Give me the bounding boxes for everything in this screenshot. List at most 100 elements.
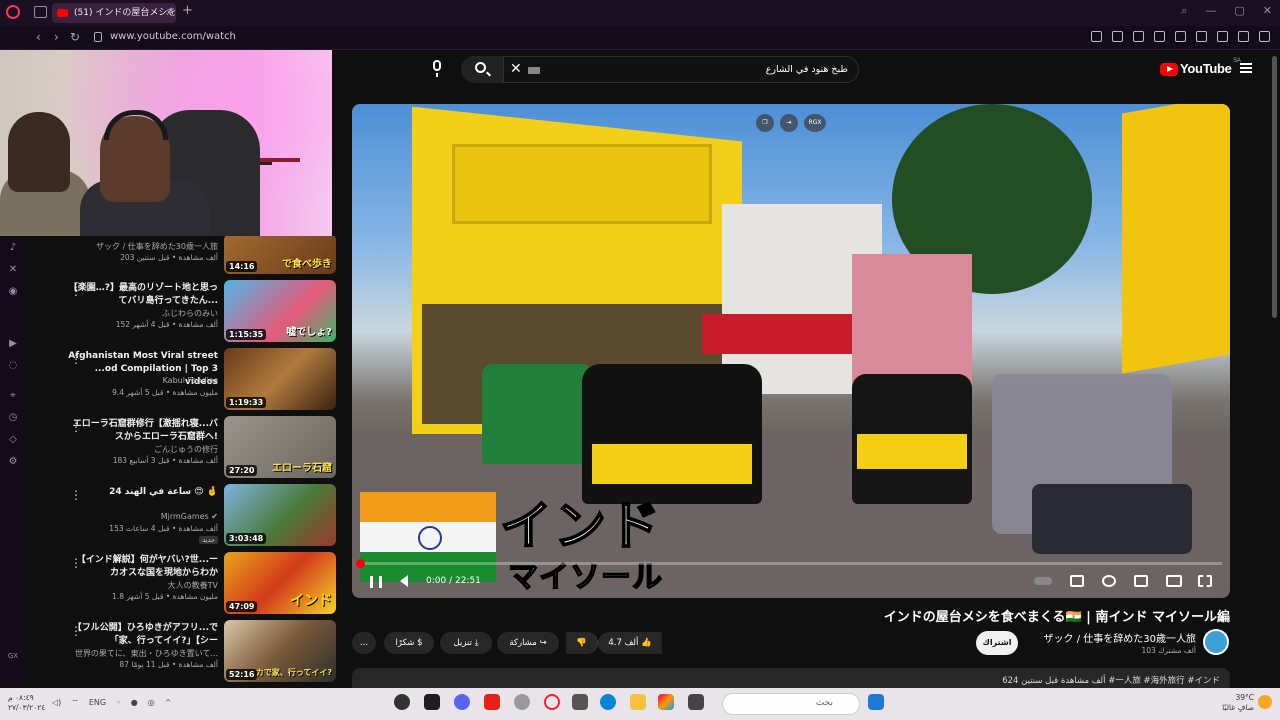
related-video[interactable]: ⋮ カで家、行ってイイ? 52:16 【フル公開】ひろゆきがアフリ...で「家、… xyxy=(26,618,336,684)
video-channel[interactable]: 大人の教養TV xyxy=(68,580,218,591)
cube-icon[interactable]: ◇ xyxy=(7,434,19,446)
forward-icon[interactable]: › xyxy=(54,30,59,44)
pause-button[interactable] xyxy=(370,576,382,588)
theater-mode-icon[interactable] xyxy=(1166,575,1182,587)
clear-search-icon[interactable]: ✕ xyxy=(510,61,522,77)
video-channel[interactable]: ごんじゅうの修行 xyxy=(68,444,218,455)
video-channel[interactable]: ふじわらのみい xyxy=(68,308,218,319)
video-thumbnail[interactable]: 嘘でしょ? 1:15:35 xyxy=(224,280,336,342)
video-channel[interactable]: Kabul Foodies xyxy=(68,376,218,385)
heart-icon[interactable] xyxy=(1196,31,1207,42)
messenger-icon[interactable]: ◌ xyxy=(7,360,19,372)
video-thumbnail[interactable]: 3:03:48 xyxy=(224,484,336,546)
video-thumbnail[interactable]: インド 47:09 xyxy=(224,552,336,614)
tiktok-icon[interactable]: ♪ xyxy=(7,242,19,254)
files-icon[interactable] xyxy=(572,694,588,710)
thanks-button[interactable]: شكرًا $ xyxy=(384,632,434,654)
new-tab-button[interactable]: + xyxy=(182,3,193,18)
minimize-icon[interactable]: — xyxy=(1205,4,1216,18)
url-field[interactable]: www.youtube.com/watch xyxy=(110,31,236,42)
subscribe-button[interactable]: اشتراك xyxy=(976,631,1018,655)
speaker-icon[interactable]: ◁) xyxy=(52,698,61,708)
page-scrollbar[interactable] xyxy=(1272,56,1277,318)
channel-name[interactable]: ザック / 仕事を辞めた30歳一人旅 xyxy=(1000,630,1196,645)
settings-icon[interactable]: ⚙ xyxy=(7,456,19,468)
start-button[interactable] xyxy=(868,694,884,710)
app-tray-icon[interactable]: ◎ xyxy=(148,698,155,708)
terminal-icon[interactable] xyxy=(688,694,704,710)
show-hidden-icon[interactable]: ^ xyxy=(165,698,172,708)
related-video[interactable]: ⋮ インド 47:09 【インド解説】何がヤバい?世...ーカオスな国を現地から… xyxy=(26,550,336,616)
x-icon[interactable]: ✕ xyxy=(7,264,19,276)
video-title[interactable]: 24 ساعة في الهند 😍 🤞 xyxy=(68,486,218,499)
back-icon[interactable]: ‹ xyxy=(36,30,41,44)
related-video[interactable]: ⋮ 3:03:48 24 ساعة في الهند 😍 🤞 MjrmGames… xyxy=(26,482,336,548)
search-button[interactable] xyxy=(461,56,503,83)
volume-icon[interactable] xyxy=(400,575,408,587)
app-icon-color[interactable] xyxy=(658,694,674,710)
maximize-icon[interactable]: ▢ xyxy=(1234,4,1244,18)
miniplayer-icon[interactable] xyxy=(1134,575,1148,587)
settings-taskbar-icon[interactable] xyxy=(514,694,530,710)
related-video[interactable]: ⋮ 嘘でしょ? 1:15:35 【楽園…?】最高のリゾート地と思ってバリ島行って… xyxy=(26,278,336,344)
video-thumbnail[interactable]: 1:19:33 xyxy=(224,348,336,410)
keyboard-icon[interactable] xyxy=(528,67,540,74)
fullscreen-icon[interactable] xyxy=(1198,575,1212,587)
progress-bar[interactable] xyxy=(356,559,1222,568)
more-actions-button[interactable]: ... xyxy=(352,632,376,654)
weather-widget[interactable]: 39°C صافٍ غالبًا xyxy=(1222,693,1254,713)
record-icon[interactable]: ● xyxy=(131,698,138,708)
close-tab-icon[interactable]: x xyxy=(166,3,172,23)
search-input[interactable]: ✕ طبخ هنود في الشارع xyxy=(503,56,859,83)
pin-icon[interactable]: ⌖ xyxy=(7,390,19,402)
explorer-icon[interactable] xyxy=(630,694,646,710)
opera-taskbar-icon[interactable] xyxy=(544,694,560,710)
history-icon[interactable]: ◷ xyxy=(7,412,19,424)
gx-icon[interactable]: GX xyxy=(7,650,19,662)
app-icon-red[interactable] xyxy=(484,694,500,710)
bookmark-icon[interactable] xyxy=(1091,31,1102,42)
video-channel[interactable]: ザック / 仕事を辞めた30歳一人旅 xyxy=(68,241,218,252)
dislike-button[interactable]: 👎 xyxy=(566,632,598,654)
video-player[interactable]: ❐ ⇥ RGX インド マイソール 0:00 / 22:51 xyxy=(352,104,1230,598)
taskbar-search[interactable]: بحث xyxy=(722,693,860,715)
video-title[interactable]: 【インド解説】何がヤバい?世...ーカオスな国を現地からわか xyxy=(68,554,218,580)
video-channel[interactable]: MjrmGames ✔ xyxy=(68,512,218,521)
app-icon-1[interactable] xyxy=(394,694,410,710)
browser-tab[interactable]: (51) インドの屋台メシを食 x xyxy=(52,3,176,23)
discord-taskbar-icon[interactable] xyxy=(454,694,470,710)
edge-icon[interactable] xyxy=(600,694,616,710)
menu-icon[interactable] xyxy=(1259,31,1270,42)
like-button[interactable]: 4.7 ألف 👍 xyxy=(598,632,662,654)
close-window-icon[interactable]: ✕ xyxy=(1263,4,1272,18)
shield-icon[interactable] xyxy=(1133,31,1144,42)
capcut-icon[interactable] xyxy=(424,694,440,710)
vpn-icon[interactable] xyxy=(1154,31,1165,42)
autoplay-toggle[interactable] xyxy=(1034,577,1052,585)
mic-icon[interactable]: ◦ xyxy=(116,698,121,708)
tab-islands-icon[interactable] xyxy=(34,6,47,18)
progress-scrubber[interactable] xyxy=(356,559,365,568)
video-title[interactable]: 【フル公開】ひろゆきがアフリ...で「家、行ってイイ?」【シー xyxy=(68,622,218,648)
video-title[interactable]: 【楽園…?】最高のリゾート地と思ってバリ島行ってきたん... xyxy=(68,282,218,308)
export-icon[interactable]: ⇥ xyxy=(780,114,798,132)
rgx-badge[interactable]: RGX xyxy=(804,114,826,132)
video-thumbnail[interactable]: で食べ歩き 14:16 xyxy=(224,236,336,274)
channel-avatar[interactable] xyxy=(1203,629,1229,655)
extensions-icon[interactable] xyxy=(1217,31,1228,42)
snapshot-icon[interactable] xyxy=(1112,31,1123,42)
settings-gear-icon[interactable] xyxy=(1102,575,1116,587)
video-thumbnail[interactable]: エローラ石窟 27:20 xyxy=(224,416,336,478)
related-video[interactable]: ⋮ エローラ石窟 27:20 エローラ石窟群修行【激揺れ寝...バスからエローラ… xyxy=(26,414,336,480)
video-channel[interactable]: 世界の果てに、東出・ひろゆき置いて... xyxy=(68,648,218,659)
related-video[interactable]: ⋮ 1:19:33 Afghanistan Most Viral street … xyxy=(26,346,336,412)
voice-search-icon[interactable] xyxy=(428,58,446,80)
taskbar-clock[interactable]: ٠٨:٤٩ م ٢٧/٠٣/٢٠٢٤ xyxy=(8,693,45,713)
send-icon[interactable] xyxy=(1175,31,1186,42)
player-icon[interactable]: ▶ xyxy=(7,338,19,350)
reload-icon[interactable]: ↻ xyxy=(70,30,80,44)
language-indicator[interactable]: ENG xyxy=(89,698,106,708)
video-thumbnail[interactable]: カで家、行ってイイ? 52:16 xyxy=(224,620,336,682)
download-button[interactable]: تنزيل ⤓ xyxy=(440,632,492,654)
opera-logo-icon[interactable] xyxy=(6,5,20,19)
